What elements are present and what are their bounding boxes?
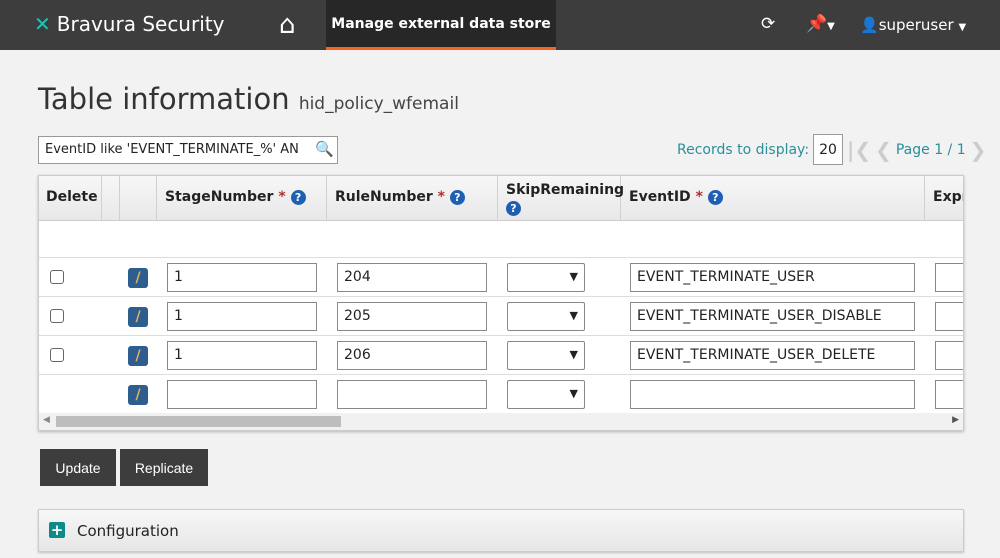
col-eventid[interactable]: EventID * ? (621, 176, 925, 221)
home-icon[interactable]: ⌂ (279, 10, 296, 40)
nav-tab-manage-external-data-store[interactable]: Manage external data store (326, 0, 556, 50)
pin-menu[interactable]: 📌▼ (806, 14, 835, 34)
rulenumber-input[interactable] (337, 380, 487, 409)
table-row: / 1 206 ▼ EVENT_TERMINATE_USER_DELETE (39, 336, 963, 375)
chevron-down-icon: ▼ (569, 348, 578, 361)
brand-logo[interactable]: ✕ Bravura Security (34, 12, 224, 36)
table-row: / 1 204 ▼ EVENT_TERMINATE_USER (39, 258, 963, 297)
data-table: Delete StageNumber * ? RuleNumber * ? Sk… (38, 175, 964, 431)
skipremaining-select[interactable]: ▼ (507, 263, 585, 292)
records-label: Records to display: (677, 141, 810, 158)
stagenumber-input[interactable]: 1 (167, 263, 317, 292)
help-icon[interactable]: ? (707, 189, 723, 205)
eventid-input[interactable]: EVENT_TERMINATE_USER_DELETE (630, 341, 915, 370)
col-rulenumber[interactable]: RuleNumber * ? (327, 176, 498, 221)
filter-input[interactable]: EventID like 'EVENT_TERMINATE_%' AN 🔍 (38, 136, 338, 164)
configuration-panel[interactable]: + Configuration (38, 509, 964, 552)
col-delete: Delete (39, 176, 102, 221)
records-input[interactable]: 20 (813, 134, 844, 165)
table-row: / ▼ (39, 375, 963, 414)
user-menu[interactable]: 👤superuser ▼ (860, 16, 966, 34)
eventid-input[interactable] (630, 380, 915, 409)
search-icon[interactable]: 🔍 (315, 140, 334, 158)
edit-icon[interactable]: / (128, 385, 148, 405)
rulenumber-input[interactable]: 204 (337, 263, 487, 292)
refresh-icon[interactable]: ⟳ (761, 14, 775, 34)
delete-checkbox[interactable] (50, 270, 64, 284)
required-mark: * (695, 189, 703, 205)
col-label: RuleNumber (335, 189, 433, 205)
required-mark: * (437, 189, 445, 205)
col-label: SkipRemaining (506, 182, 625, 198)
eventid-input[interactable]: EVENT_TERMINATE_USER (630, 263, 915, 292)
horizontal-scrollbar[interactable]: ◀ ▶ (39, 413, 963, 430)
scroll-right-icon[interactable]: ▶ (952, 415, 959, 425)
delete-checkbox[interactable] (50, 348, 64, 362)
filter-value: EventID like 'EVENT_TERMINATE_%' AN (45, 142, 299, 157)
col-skipremaining[interactable]: SkipRemaining? (498, 176, 625, 221)
chevron-down-icon: ▼ (569, 387, 578, 400)
col-stagenumber[interactable]: StageNumber * ? (157, 176, 327, 221)
col-label: EventID (629, 189, 691, 205)
scroll-left-icon[interactable]: ◀ (43, 415, 50, 425)
pagination: Records to display: 20 |❮ ❮ Page 1 / 1 ❯ (677, 134, 986, 165)
empty-row (39, 221, 963, 258)
page-indicator: Page 1 / 1 (895, 141, 966, 158)
table-row: / 1 205 ▼ EVENT_TERMINATE_USER_DISABLE (39, 297, 963, 336)
brand-name: Bravura Security (56, 12, 225, 36)
col-label: StageNumber (165, 189, 274, 205)
next-page-icon[interactable]: ❯ (970, 138, 987, 162)
stagenumber-input[interactable]: 1 (167, 341, 317, 370)
skipremaining-select[interactable]: ▼ (507, 380, 585, 409)
first-page-icon[interactable]: |❮ (847, 138, 871, 162)
user-icon: 👤 (860, 16, 879, 34)
edit-icon[interactable]: / (128, 268, 148, 288)
expr-input[interactable] (935, 380, 963, 409)
eventid-input[interactable]: EVENT_TERMINATE_USER_DISABLE (630, 302, 915, 331)
expr-input[interactable] (935, 341, 963, 370)
rulenumber-input[interactable]: 205 (337, 302, 487, 331)
col-blank (102, 176, 120, 221)
stagenumber-input[interactable]: 1 (167, 302, 317, 331)
expr-input[interactable] (935, 302, 963, 331)
edit-icon[interactable]: / (128, 307, 148, 327)
page-title: Table information hid_policy_wfemail (38, 82, 459, 116)
stagenumber-input[interactable] (167, 380, 317, 409)
prev-page-icon[interactable]: ❮ (875, 138, 892, 162)
col-expr[interactable]: Expr (925, 176, 963, 221)
edit-icon[interactable]: / (128, 346, 148, 366)
caret-down-icon: ▼ (958, 22, 967, 33)
scrollbar-thumb[interactable] (56, 416, 341, 427)
logo-icon: ✕ (34, 12, 51, 36)
delete-checkbox[interactable] (50, 309, 64, 323)
title-text: Table information (38, 82, 290, 116)
required-mark: * (278, 189, 286, 205)
skipremaining-select[interactable]: ▼ (507, 341, 585, 370)
help-icon[interactable]: ? (290, 189, 306, 205)
help-icon[interactable]: ? (449, 189, 465, 205)
help-icon[interactable]: ? (506, 200, 521, 216)
expr-input[interactable] (935, 263, 963, 292)
username: superuser (878, 16, 954, 34)
top-nav: ✕ Bravura Security ⌂ Manage external data… (0, 0, 1000, 50)
pin-icon: 📌 (806, 14, 828, 34)
replicate-button[interactable]: Replicate (120, 449, 208, 486)
page-subtitle: hid_policy_wfemail (298, 94, 459, 114)
configuration-label: Configuration (77, 522, 179, 540)
update-button[interactable]: Update (40, 449, 116, 486)
chevron-down-icon: ▼ (569, 309, 578, 322)
skipremaining-select[interactable]: ▼ (507, 302, 585, 331)
rulenumber-input[interactable]: 206 (337, 341, 487, 370)
table-header: Delete StageNumber * ? RuleNumber * ? Sk… (39, 176, 963, 221)
col-edit (120, 176, 157, 221)
expand-icon[interactable]: + (49, 522, 65, 538)
chevron-down-icon: ▼ (569, 270, 578, 283)
